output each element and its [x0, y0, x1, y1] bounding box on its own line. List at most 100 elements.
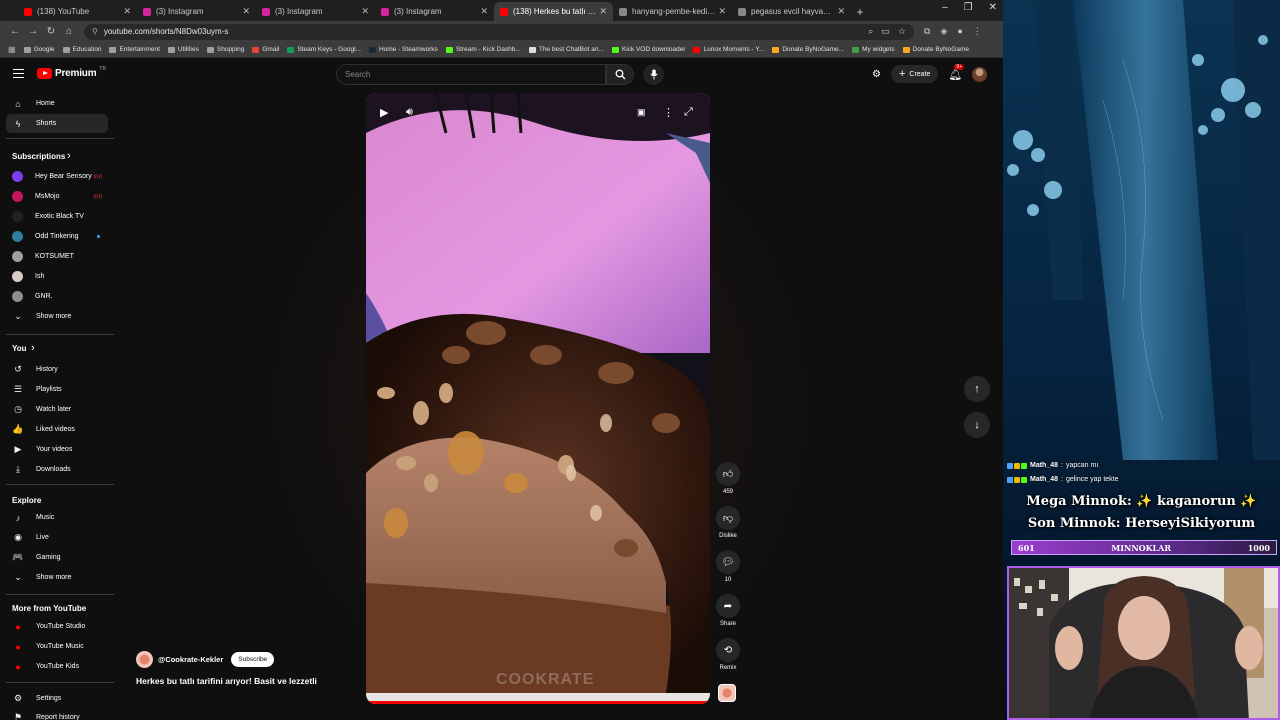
sound-thumbnail[interactable]	[718, 684, 736, 702]
bookmark-item[interactable]: Home - Steamworks	[368, 46, 438, 53]
channel-avatar[interactable]	[136, 651, 153, 668]
bookmark-item[interactable]: My widgets	[852, 46, 895, 53]
captions-icon[interactable]: ▣	[637, 107, 646, 118]
previous-short-button[interactable]: ↑	[964, 376, 990, 402]
bookmark-item[interactable]: Gmail	[252, 46, 279, 53]
close-tab-icon[interactable]: ✕	[480, 6, 488, 17]
home-browser-icon[interactable]: ⌂	[60, 26, 78, 37]
volume-icon[interactable]: 🔊︎	[406, 106, 413, 119]
back-icon[interactable]: ←	[6, 26, 24, 37]
bookmark-item[interactable]: Kick VOD downloader	[611, 46, 685, 53]
menu-icon[interactable]	[13, 69, 24, 78]
search-input[interactable]: Search	[336, 64, 606, 85]
sidebar-item[interactable]: ϟ Shorts	[6, 114, 108, 133]
play-icon[interactable]: ▶	[380, 106, 388, 119]
sidebar-channel[interactable]: Hey Bear Sensory ((•))	[6, 167, 108, 186]
minimize-icon[interactable]: –	[942, 2, 948, 13]
like-button[interactable]: 👍︎ 459	[714, 462, 742, 495]
browser-tab[interactable]: (3) Instagram ✕	[256, 2, 375, 21]
cast-icon[interactable]: ▭	[881, 26, 890, 37]
account-avatar[interactable]	[972, 66, 988, 82]
extension-icon[interactable]: ◈	[940, 26, 947, 37]
close-tab-icon[interactable]: ✕	[361, 6, 369, 17]
sidebar-channel[interactable]: MsMojo ((•))	[6, 187, 108, 206]
bookmark-item[interactable]: Donate ByNoGame	[902, 46, 969, 53]
fullscreen-icon[interactable]: ⤢	[684, 106, 693, 119]
you-header[interactable]: You	[12, 344, 27, 353]
sidebar-item[interactable]: ↺ History	[6, 360, 108, 379]
sidebar-item[interactable]: ♪ Music	[6, 508, 108, 527]
close-tab-icon[interactable]: ✕	[123, 6, 131, 17]
more-from-youtube-header[interactable]: More from YouTube	[12, 604, 86, 613]
dislike-button[interactable]: 👎︎ Dislike	[714, 506, 742, 539]
sidebar-item[interactable]: ● YouTube Studio	[6, 617, 108, 636]
sidebar-channel[interactable]: Odd Tinkering	[6, 227, 108, 246]
close-tab-icon[interactable]: ✕	[837, 6, 845, 17]
sidebar-item[interactable]: ◉ Live	[6, 528, 108, 547]
site-info-icon[interactable]: ⚲	[92, 27, 98, 36]
subscriptions-header[interactable]: Subscriptions	[12, 152, 65, 161]
sidebar-item[interactable]: ● YouTube Music	[6, 637, 108, 656]
search-button[interactable]	[606, 64, 634, 85]
bookmark-star-icon[interactable]: ☆	[898, 26, 906, 37]
more-options-icon[interactable]: ⋮	[663, 106, 674, 119]
bookmark-item[interactable]: Steam Keys - Googl...	[287, 46, 361, 53]
sidebar-item[interactable]: ⤓ Downloads	[6, 460, 108, 479]
close-tab-icon[interactable]: ✕	[242, 6, 250, 17]
remix-button[interactable]: ⟲ Remix	[714, 638, 742, 671]
profile-icon[interactable]: ●	[957, 26, 962, 37]
sidebar-channel[interactable]: KOTSUMET	[6, 247, 108, 266]
sidebar-item[interactable]: ◷ Watch later	[6, 400, 108, 419]
bookmark-item[interactable]: Education	[62, 46, 101, 53]
forward-icon[interactable]: →	[24, 26, 42, 37]
explore-header[interactable]: Explore	[12, 496, 41, 505]
browser-tab[interactable]: hanyang-pembe-kedi-tasima-c✕	[613, 2, 732, 21]
next-short-button[interactable]: ↓	[964, 412, 990, 438]
bookmark-item[interactable]: Donate ByNoGame...	[772, 46, 844, 53]
sidebar-channel[interactable]: GNR.	[6, 287, 108, 306]
maximize-icon[interactable]: ❐	[964, 2, 973, 13]
extensions-icon[interactable]: ⧉	[924, 26, 930, 37]
bookmark-item[interactable]: Google	[23, 46, 55, 53]
share-button[interactable]: ➦ Share	[714, 594, 742, 627]
bookmark-item[interactable]: Entertainment	[109, 46, 160, 53]
notifications-button[interactable]: 🔔︎ 9+	[948, 63, 965, 81]
browser-menu-icon[interactable]: ⋮	[973, 26, 982, 37]
apps-icon[interactable]: ▦	[8, 45, 16, 54]
shorts-player[interactable]: ▶ 🔊︎ ▣ ⋮ ⤢ COOKRATE	[366, 93, 710, 704]
voice-search-button[interactable]	[643, 64, 664, 85]
browser-tab[interactable]: (3) Instagram ✕	[375, 2, 494, 21]
bookmark-item[interactable]: The best ChatBot an...	[528, 46, 604, 53]
sidebar-item[interactable]: ⌄ Show more	[6, 307, 108, 326]
sidebar-item[interactable]: ⌂ Home	[6, 94, 108, 113]
address-bar[interactable]: ⚲ youtube.com/shorts/N8Dw03uym-s ⌕ ▭ ☆	[84, 23, 914, 40]
browser-tab[interactable]: pegasus evcil hayvan kilo sınır✕	[732, 2, 851, 21]
short-title[interactable]: Herkes bu tatlı tarifini arıyor! Basit v…	[136, 676, 356, 686]
close-tab-icon[interactable]: ✕	[599, 6, 607, 17]
close-tab-icon[interactable]: ✕	[718, 6, 726, 17]
sidebar-item[interactable]: ⚙ Settings	[6, 689, 108, 708]
channel-name[interactable]: @Cookrate-Kekler	[158, 655, 223, 664]
sidebar-item[interactable]: ⌄ Show more	[6, 568, 108, 587]
sidebar-item[interactable]: 👍 Liked videos	[6, 420, 108, 439]
youtube-logo[interactable]: Premium TR	[37, 66, 106, 79]
sidebar-channel[interactable]: Exotic Black TV	[6, 207, 108, 226]
close-window-icon[interactable]: ✕	[989, 2, 997, 13]
bookmark-item[interactable]: Stream - Kick Dashb...	[445, 46, 521, 53]
bookmark-item[interactable]: Lunox Moments - Y...	[693, 46, 764, 53]
sidebar-item[interactable]: ▶ Your videos	[6, 440, 108, 459]
video-progress-bar[interactable]	[366, 701, 710, 704]
cast-tv-icon[interactable]: ⚙	[872, 69, 881, 80]
sidebar-channel[interactable]: Ish	[6, 267, 108, 286]
create-button[interactable]: + Create	[890, 65, 939, 83]
subscribe-button[interactable]: Subscribe	[231, 652, 275, 667]
sidebar-item[interactable]: ● YouTube Kids	[6, 657, 108, 676]
comments-button[interactable]: 💬︎ 10	[714, 550, 742, 583]
bookmark-item[interactable]: Shopping	[206, 46, 244, 53]
zoom-icon[interactable]: ⌕	[868, 26, 873, 37]
sidebar-item[interactable]: 🎮 Gaming	[6, 548, 108, 567]
bookmark-item[interactable]: Utilities	[167, 46, 199, 53]
sidebar-item[interactable]: ☰ Playlists	[6, 380, 108, 399]
new-tab-button[interactable]: +	[851, 2, 869, 21]
browser-tab[interactable]: (138) Herkes bu tatlı tarifini arı✕	[494, 2, 613, 21]
